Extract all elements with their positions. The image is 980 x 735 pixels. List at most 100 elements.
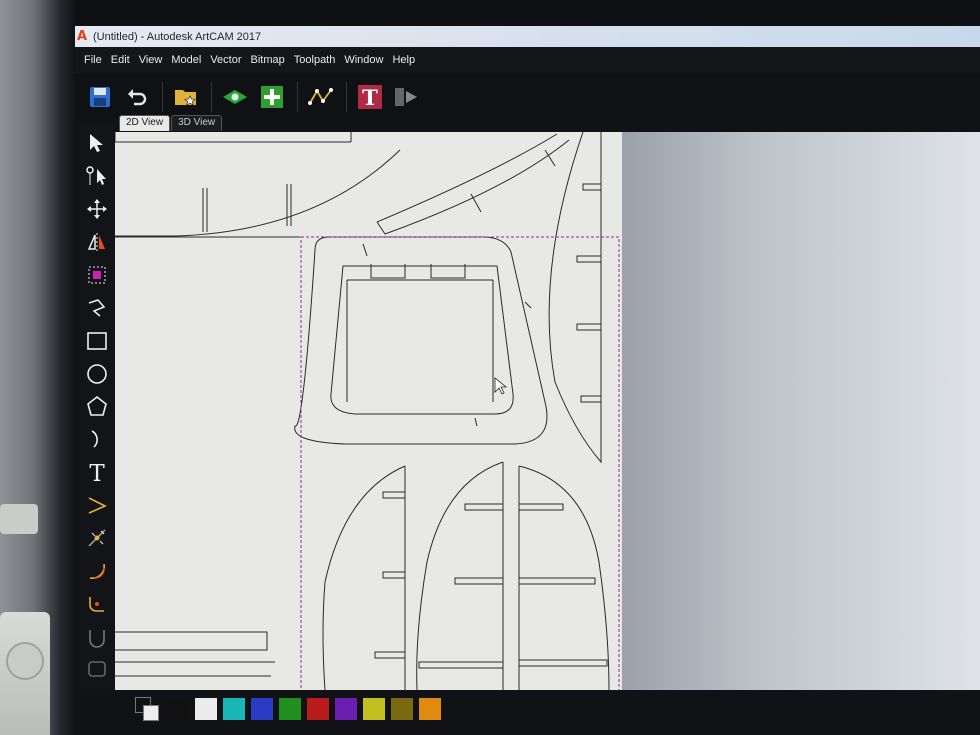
mirror-tool[interactable] — [83, 229, 111, 256]
trim-tool[interactable] — [83, 656, 111, 683]
menu-file[interactable]: File — [84, 54, 102, 66]
node-edit-tool[interactable] — [83, 163, 111, 190]
swatch-red[interactable] — [307, 698, 329, 720]
monitor-bezel-top — [0, 0, 980, 26]
trim-icon — [87, 661, 106, 678]
transform-tool[interactable] — [83, 196, 111, 223]
bezier-icon — [88, 497, 107, 514]
vector-side-notches — [576, 183, 601, 403]
vector-rib-upper — [115, 132, 352, 142]
save-button[interactable] — [85, 82, 115, 112]
view-tabs: 2D View 3D View — [119, 115, 223, 131]
vector-bottom-bars — [115, 631, 275, 677]
svg-text:T: T — [362, 85, 378, 110]
swatch-black[interactable] — [167, 698, 189, 720]
menu-help[interactable]: Help — [392, 54, 415, 66]
toolbar-separator — [162, 82, 163, 112]
vector-bottom-rib-left-notches — [374, 491, 405, 659]
bitmap-to-vector-icon — [395, 88, 417, 106]
join-tool[interactable] — [83, 623, 111, 650]
vector-frame-outer — [294, 236, 548, 445]
select-tool[interactable] — [83, 130, 111, 157]
swatch-yellow[interactable] — [363, 698, 385, 720]
polygon-icon — [86, 396, 107, 417]
rectangle-icon — [86, 331, 107, 350]
vector-artwork[interactable] — [115, 132, 980, 690]
menu-bar: File Edit View Model Vector Bitmap Toolp… — [75, 47, 980, 73]
transform-icon — [86, 199, 107, 220]
offset-tool[interactable] — [83, 557, 111, 584]
swatch-purple[interactable] — [335, 698, 357, 720]
bitmap-to-vector-button[interactable] — [392, 82, 422, 112]
menu-vector[interactable]: Vector — [210, 54, 241, 66]
undo-button[interactable] — [122, 82, 152, 112]
desk-object — [0, 504, 38, 534]
menu-bitmap[interactable]: Bitmap — [251, 54, 285, 66]
vector-bottom-rib-right-notches — [519, 503, 608, 667]
view-layer-button[interactable] — [220, 82, 250, 112]
select-arrow-icon — [89, 134, 103, 153]
snap-tool[interactable] — [83, 525, 111, 552]
menu-view[interactable]: View — [139, 54, 163, 66]
text-tool[interactable]: T — [83, 459, 111, 486]
vector-rib-top-left — [115, 141, 401, 237]
vector-rib-tab — [202, 184, 292, 232]
fg-bg-color-swatch[interactable] — [135, 697, 159, 721]
mouse-cursor-icon — [494, 377, 508, 395]
text-tool-button[interactable]: T — [355, 82, 385, 112]
circle-tool[interactable] — [83, 360, 111, 387]
join-icon — [88, 629, 105, 648]
rectangle-tool[interactable] — [83, 327, 111, 354]
menu-edit[interactable]: Edit — [111, 54, 130, 66]
main-toolbar: T — [75, 73, 980, 121]
polyline-tool[interactable] — [83, 294, 111, 321]
swatch-olive[interactable] — [391, 698, 413, 720]
vector-bottom-rib-mid-notches — [418, 503, 503, 669]
vector-frame-inner — [330, 265, 514, 415]
undo-icon — [128, 89, 147, 106]
node-editing-icon — [308, 88, 333, 105]
title-bar: A (Untitled) - Autodesk ArtCAM 2017 — [75, 26, 980, 47]
node-editing-button[interactable] — [306, 82, 336, 112]
menu-toolpath[interactable]: Toolpath — [294, 54, 336, 66]
swatch-cyan[interactable] — [223, 698, 245, 720]
bitmap-select-tool[interactable] — [83, 262, 111, 289]
color-palette — [135, 696, 447, 722]
open-button[interactable] — [171, 82, 201, 112]
artcam-logo-icon: A — [77, 28, 88, 44]
swatch-orange[interactable] — [419, 698, 441, 720]
polyline-icon — [88, 298, 105, 317]
swatch-white[interactable] — [195, 698, 217, 720]
fillet-tool[interactable] — [83, 590, 111, 617]
snap-icon — [87, 529, 106, 547]
vector-side-panel — [548, 132, 602, 464]
save-icon — [90, 87, 110, 107]
tab-3d-view[interactable]: 3D View — [171, 115, 223, 131]
vector-frame-window — [346, 279, 494, 402]
menu-window[interactable]: Window — [344, 54, 383, 66]
toolbar-separator — [211, 82, 212, 112]
bitmap-select-icon — [88, 266, 105, 284]
application-window: A (Untitled) - Autodesk ArtCAM 2017 File… — [75, 26, 980, 735]
menu-model[interactable]: Model — [171, 54, 201, 66]
swatch-blue[interactable] — [251, 698, 273, 720]
text-tool-icon: T — [358, 85, 382, 110]
bezier-tool[interactable] — [83, 492, 111, 519]
circle-icon — [86, 363, 107, 384]
arc-tool[interactable] — [83, 426, 111, 453]
swatch-green[interactable] — [279, 698, 301, 720]
polygon-tool[interactable] — [83, 393, 111, 420]
drawing-canvas[interactable] — [115, 132, 980, 690]
add-button[interactable] — [257, 82, 287, 112]
phone-keypad — [6, 642, 44, 680]
vector-bottom-rib-mid — [416, 461, 504, 690]
node-edit-icon — [85, 166, 106, 186]
view-layer-icon — [223, 90, 247, 104]
mirror-icon — [87, 233, 105, 252]
arc-icon — [91, 430, 98, 448]
add-icon — [261, 86, 283, 108]
desk-phone — [0, 612, 50, 735]
window-title: (Untitled) - Autodesk ArtCAM 2017 — [93, 30, 262, 43]
svg-text:T: T — [89, 461, 105, 484]
tab-2d-view[interactable]: 2D View — [119, 115, 171, 131]
